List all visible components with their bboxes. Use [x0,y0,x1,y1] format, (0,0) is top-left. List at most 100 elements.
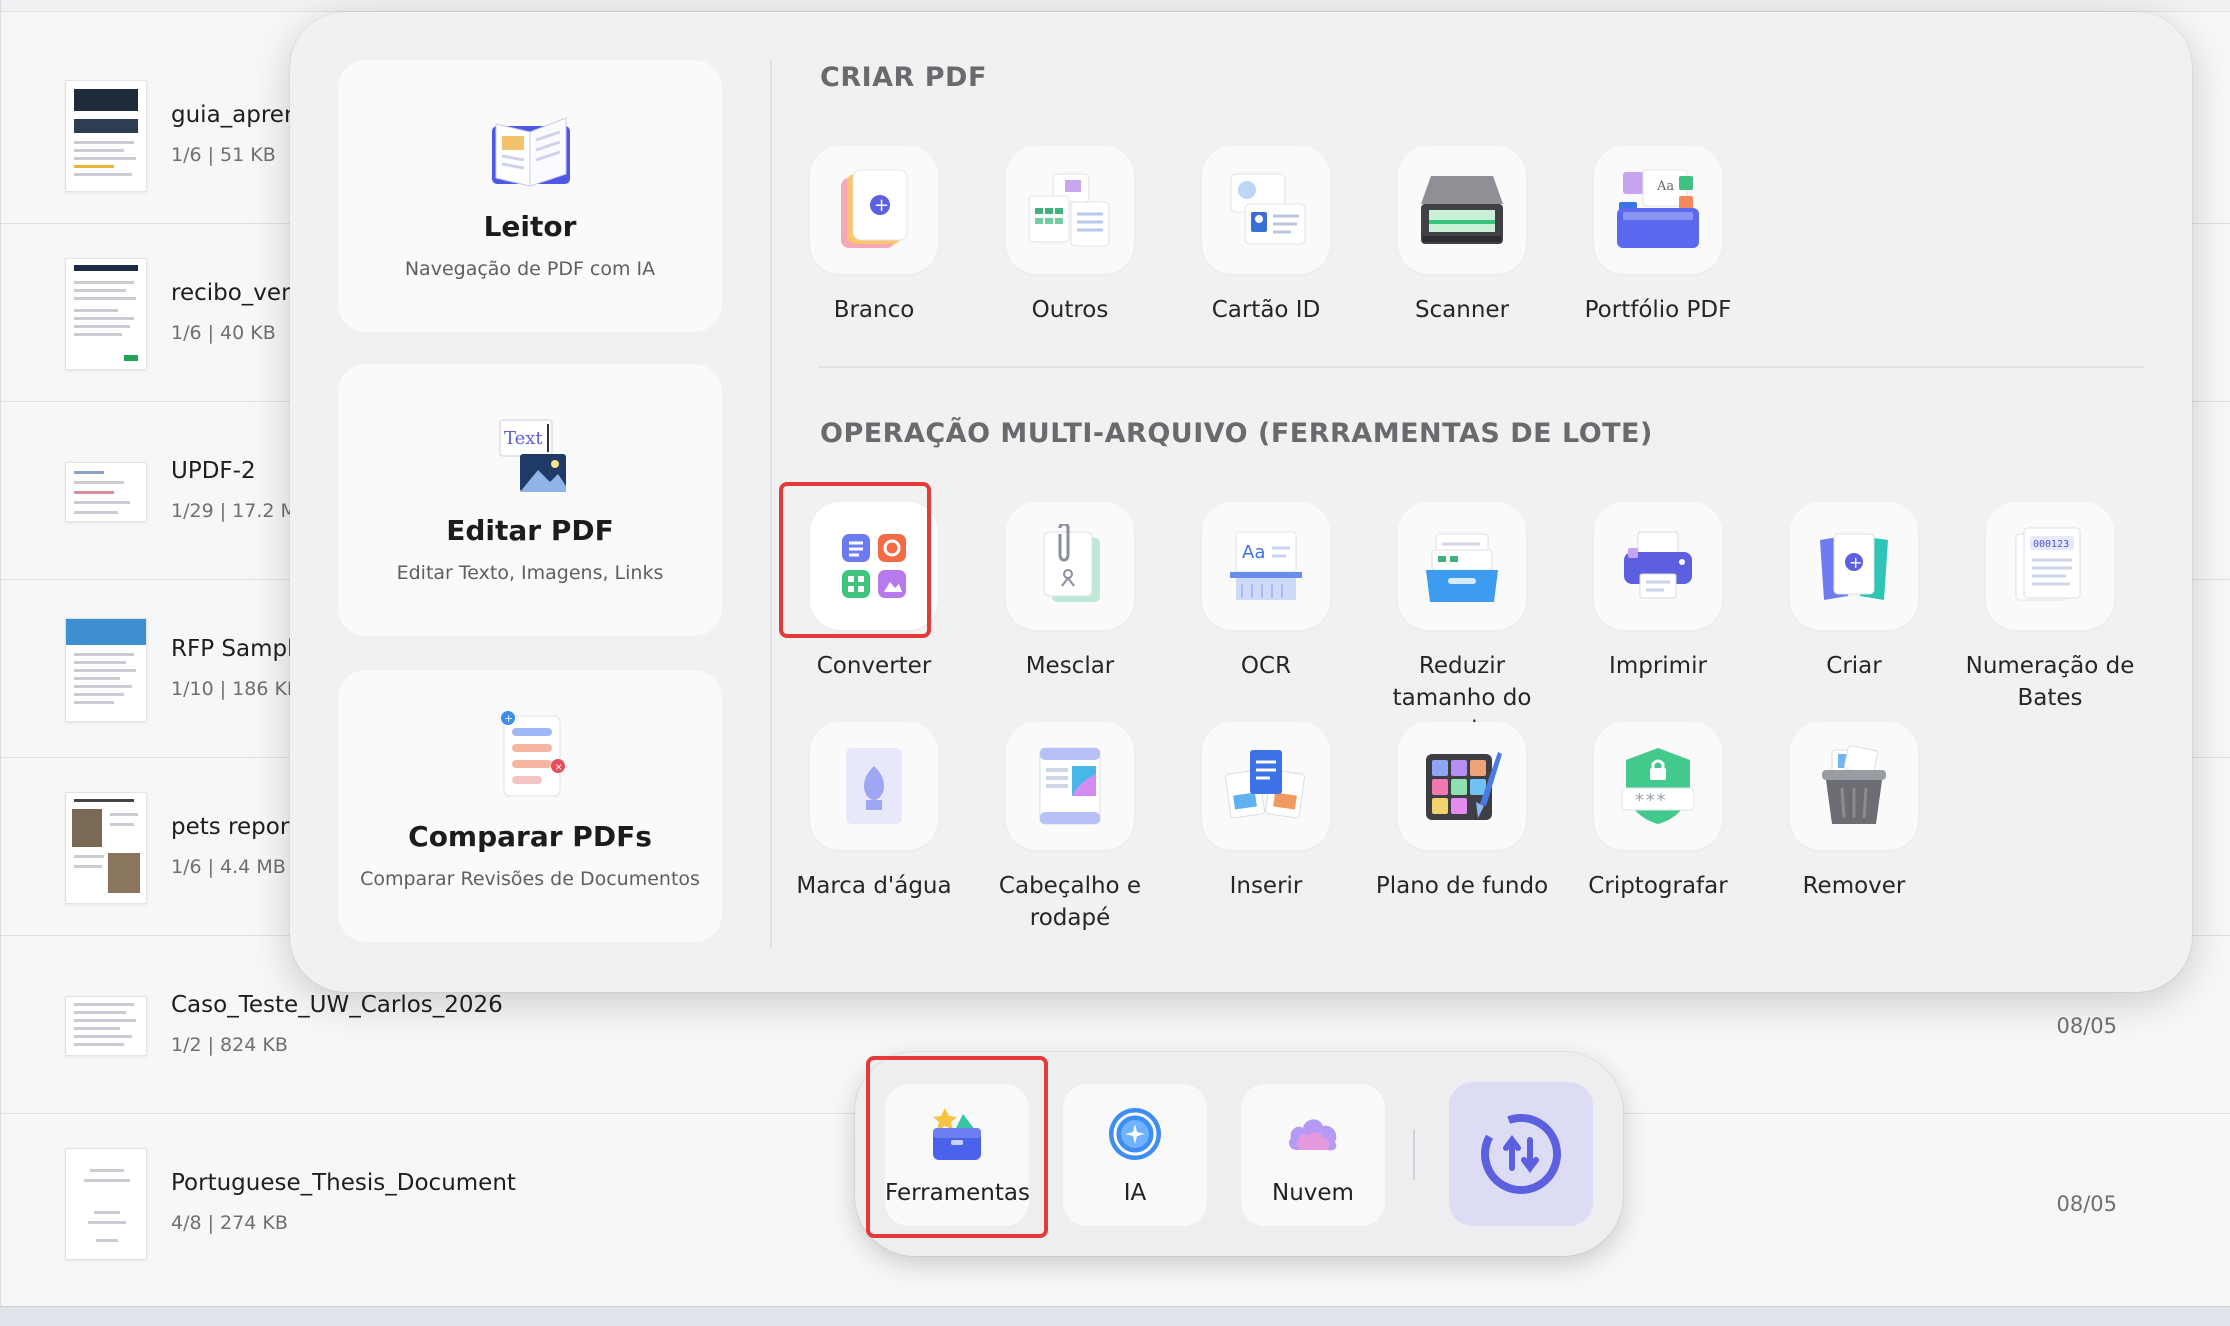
tool-insert[interactable]: Inserir [1178,722,1354,902]
sync-icon [1481,1114,1561,1194]
file-thumbnail [65,462,147,522]
cloud-dock-button[interactable]: Nuvem [1241,1084,1385,1226]
file-name: UPDF-2 [171,458,256,484]
tool-others[interactable]: Outros [982,146,1158,326]
printer-icon [1624,531,1692,599]
file-thumbnail [65,618,147,722]
svg-text:+: + [504,712,513,725]
tool-watermark[interactable]: Marca d'água [786,722,962,902]
tool-tile[interactable] [1398,502,1526,630]
tool-tile[interactable] [1790,722,1918,850]
tool-remove[interactable]: Remover [1766,722,1942,902]
file-name: Portuguese_Thesis_Document [171,1170,516,1196]
background-icon [1426,752,1502,820]
portfolio-icon: Aa [1617,169,1699,248]
tool-tile[interactable]: + [810,146,938,274]
svg-text:×: × [555,762,563,773]
tool-label: Branco [833,297,915,323]
tool-tile[interactable] [1202,722,1330,850]
tool-portfolio[interactable]: Aa Portfólio PDF [1570,146,1746,326]
tool-label: Criar [1826,653,1882,679]
tool-tile[interactable]: 000123 [1986,502,2114,630]
tool-tile[interactable] [1006,722,1134,850]
tool-label: OCR [1240,653,1292,679]
tool-background[interactable]: Plano de fundo [1374,722,1550,902]
ai-assistant-icon [1109,1108,1161,1160]
tool-encrypt[interactable]: *** Criptografar [1570,722,1746,902]
card-title: Leitor [483,210,577,243]
tool-create[interactable]: + Criar [1766,502,1942,682]
tool-label: Scanner [1414,297,1510,323]
file-name: recibo_venda [171,280,291,306]
ai-dock-button[interactable]: IA [1063,1084,1207,1226]
svg-text:Aa: Aa [1656,179,1674,194]
svg-text:+: + [874,195,889,216]
tool-ocr[interactable]: Aa OCR [1178,502,1354,682]
file-meta: 1/2 | 824 KB [171,1034,288,1056]
tool-compress[interactable]: Reduzir tamanho do arquivo [1374,502,1550,746]
sync-dock-button[interactable] [1449,1082,1593,1226]
horizontal-divider [818,366,2144,368]
tool-label: Portfólio PDF [1584,297,1732,323]
file-name: pets report [171,814,291,840]
tool-blank[interactable]: + Branco [786,146,962,326]
tool-tile[interactable]: + [1790,502,1918,630]
card-subtitle: Comparar Revisões de Documentos [360,868,700,890]
compare-pdfs-card[interactable]: + × Comparar PDFs Comparar Revisões de D… [338,670,722,942]
file-meta: 4/8 | 274 KB [171,1212,288,1234]
tool-tile[interactable] [1398,146,1526,274]
svg-text:+: + [1849,553,1862,572]
tool-tile[interactable] [1006,502,1134,630]
tool-header-footer[interactable]: Cabeçalho e rodapé [982,722,1158,934]
card-subtitle: Navegação de PDF com IA [404,258,656,280]
edit-pdf-card[interactable]: Text Editar PDF Editar Texto, Imagens, L… [338,364,722,636]
id-card-icon [1230,173,1306,245]
file-meta: 1/6 | 51 KB [171,144,276,166]
file-meta: 1/10 | 186 KB [171,678,291,700]
file-date: 08/05 [2056,1192,2117,1216]
tool-merge[interactable]: Mesclar [982,502,1158,682]
tool-tile[interactable] [810,722,938,850]
compress-icon [1426,533,1498,602]
svg-text:***: *** [1634,790,1667,811]
bottom-dock: Ferramentas IA Nuvem [855,1052,1623,1256]
tool-tile[interactable] [1202,146,1330,274]
tool-tile[interactable]: Aa [1594,146,1722,274]
dock-label: Nuvem [1272,1180,1354,1206]
reader-card[interactable]: Leitor Navegação de PDF com IA [338,60,722,332]
svg-text:Aa: Aa [1242,542,1265,563]
svg-text:000123: 000123 [2033,539,2069,550]
tool-scanner[interactable]: Scanner [1374,146,1550,326]
tool-label: Numeração de Bates [1965,653,2135,711]
compare-icon: + × [501,711,565,797]
bates-numbering-icon: 000123 [2015,527,2081,601]
tool-print[interactable]: Imprimir [1570,502,1746,682]
tool-label: Converter [816,653,932,679]
tool-label: Imprimir [1609,653,1707,679]
tools-highlight [866,1056,1048,1238]
tool-label: Mesclar [1025,653,1115,679]
file-thumbnail [65,792,147,904]
vertical-divider [770,60,772,948]
tool-tile[interactable] [1398,722,1526,850]
file-name: guia_aprendizagem [171,102,291,128]
tool-bates[interactable]: 000123 Numeração de Bates [1962,502,2138,714]
file-thumbnail [65,996,147,1056]
merge-icon [1043,524,1100,602]
tool-tile[interactable] [1006,146,1134,274]
convert-highlight [779,482,931,638]
tool-label: Outros [1031,297,1109,323]
tool-label: Plano de fundo [1375,873,1549,899]
tool-tile[interactable]: *** [1594,722,1722,850]
tool-label: Inserir [1229,873,1303,899]
file-meta: 1/6 | 4.4 MB [171,856,286,878]
file-thumbnail [65,1148,147,1260]
create-icon: + [1820,533,1888,600]
tool-label: Criptografar [1588,873,1728,899]
tool-tile[interactable]: Aa [1202,502,1330,630]
file-meta: 1/6 | 40 KB [171,322,276,344]
tool-id-card[interactable]: Cartão ID [1178,146,1354,326]
tool-tile[interactable] [1594,502,1722,630]
other-files-icon [1028,173,1110,247]
tool-label: Remover [1802,873,1906,899]
